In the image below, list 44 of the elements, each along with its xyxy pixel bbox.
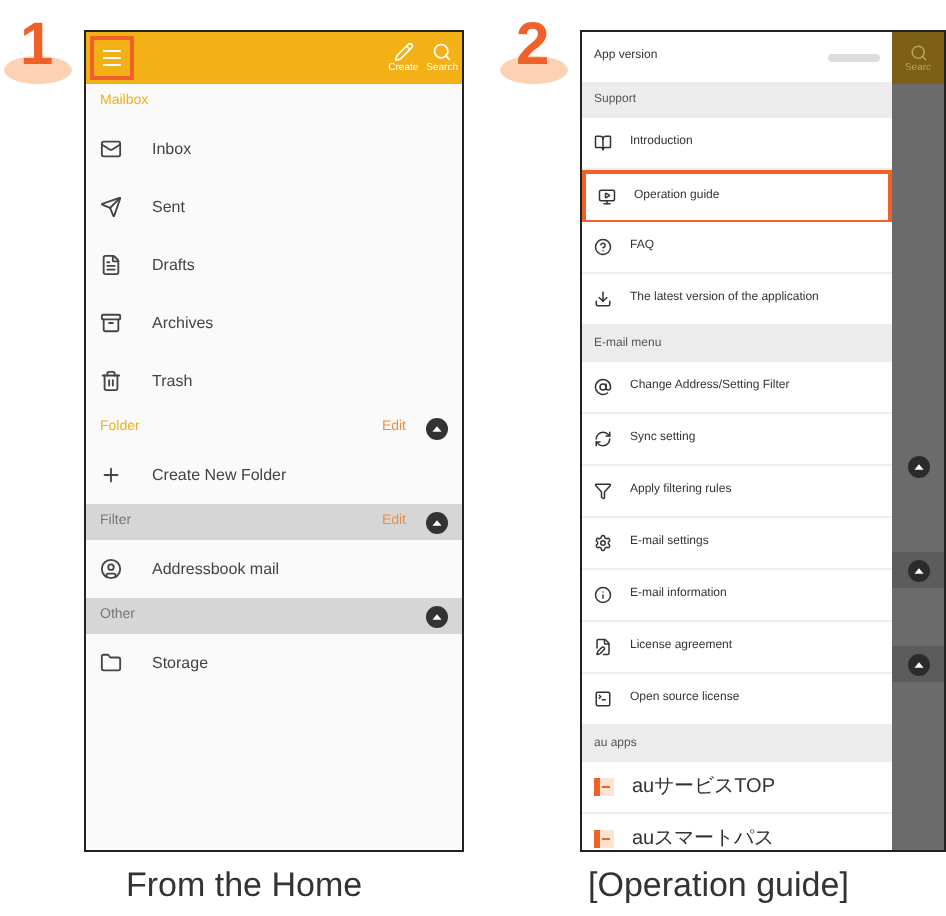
caption: [Operation guide] xyxy=(588,864,851,908)
plus-icon xyxy=(100,464,122,486)
folder-icon xyxy=(100,652,122,674)
collapse-icon[interactable] xyxy=(907,456,929,478)
collapse-icon[interactable] xyxy=(907,559,929,581)
terminal-icon xyxy=(594,690,612,708)
blurred-version-text xyxy=(828,53,880,61)
mailbox-item[interactable]: Create New Folder xyxy=(86,446,462,504)
menu-button[interactable] xyxy=(90,36,134,80)
document-pen-icon xyxy=(594,638,612,656)
book-icon xyxy=(594,134,612,152)
mailbox-item[interactable]: Addressbook mail xyxy=(86,540,462,598)
menu-item[interactable]: auサービスTOP xyxy=(582,762,892,814)
caption: From the Home xyxy=(126,864,365,908)
info-icon xyxy=(594,586,612,604)
filter-icon xyxy=(594,482,612,500)
archive-box-icon xyxy=(100,312,122,334)
mailbox-item[interactable]: Sent xyxy=(86,178,462,236)
collapse-icon[interactable] xyxy=(426,605,448,627)
help-icon xyxy=(594,238,612,256)
search-icon xyxy=(909,43,927,61)
trash-icon xyxy=(100,370,122,392)
download-icon xyxy=(594,290,612,308)
at-sign-icon xyxy=(594,378,612,396)
settings-icon xyxy=(594,534,612,552)
mailbox-item[interactable]: Drafts xyxy=(86,236,462,294)
screen-icon xyxy=(598,188,616,206)
mailbox-item[interactable]: Inbox xyxy=(86,120,462,178)
app-tile-icon xyxy=(594,830,614,848)
person-circle-icon xyxy=(100,558,122,580)
sync-icon xyxy=(594,430,612,448)
step-number: 1 xyxy=(20,16,54,76)
collapse-icon[interactable] xyxy=(426,511,448,533)
menu-icon xyxy=(100,46,124,70)
pencil-icon xyxy=(393,41,414,61)
document-icon xyxy=(100,254,122,276)
mailbox-item[interactable]: Trash xyxy=(86,352,462,410)
step-number: 2 xyxy=(516,16,550,76)
collapse-icon[interactable] xyxy=(426,417,448,439)
search-icon xyxy=(432,41,453,61)
mailbox-item[interactable]: Archives xyxy=(86,294,462,352)
mailbox-item[interactable]: Storage xyxy=(86,634,462,692)
collapse-icon[interactable] xyxy=(907,653,929,675)
app-tile-icon xyxy=(594,778,614,796)
